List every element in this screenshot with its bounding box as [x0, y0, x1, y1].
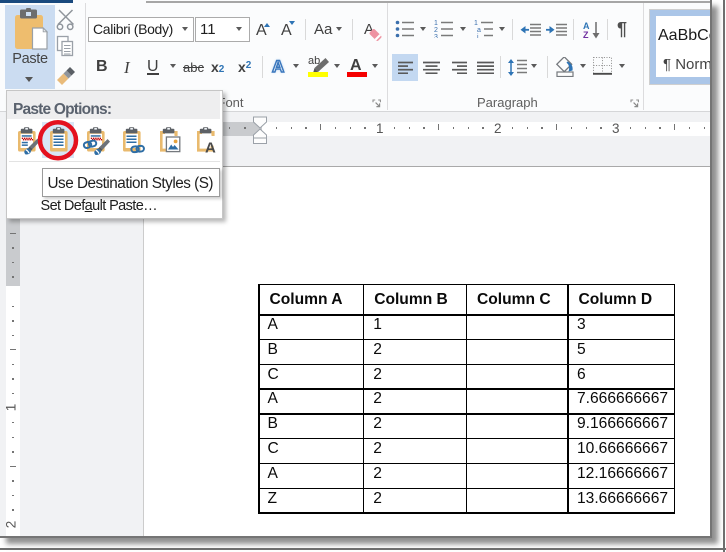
svg-text:3: 3	[434, 34, 438, 38]
svg-text:1: 1	[474, 20, 478, 27]
svg-text:i: i	[477, 34, 479, 38]
svg-text:2: 2	[434, 27, 438, 34]
svg-text:A: A	[205, 140, 216, 157]
svg-text:a: a	[477, 27, 481, 34]
svg-text:Z: Z	[583, 30, 589, 39]
svg-text:1: 1	[434, 20, 438, 27]
